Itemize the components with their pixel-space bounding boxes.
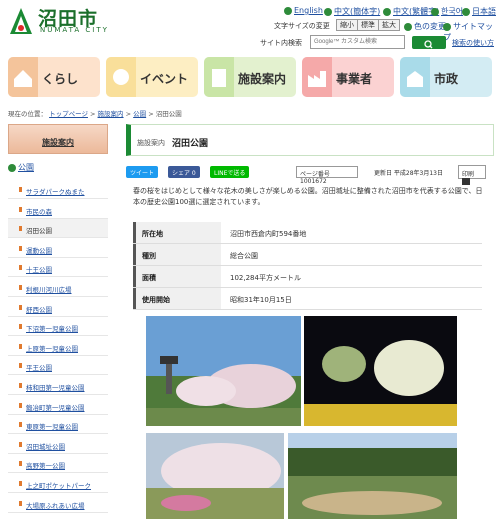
sidebar-item[interactable]: 高野第一公園 bbox=[8, 454, 108, 474]
search-input[interactable] bbox=[310, 35, 405, 49]
sidebar-item[interactable]: 舒西公園 bbox=[8, 298, 108, 317]
bullet-icon bbox=[19, 422, 22, 428]
info-row: 種別 総合公園 bbox=[133, 244, 482, 266]
arrow-icon bbox=[284, 6, 292, 15]
info-row: 所在地 沼田市西倉内町594番地 bbox=[133, 222, 482, 244]
bullet-icon bbox=[19, 500, 22, 506]
nav-label: 市政 bbox=[434, 72, 459, 86]
sun-icon bbox=[106, 57, 136, 97]
title-category: 施設案内 bbox=[137, 139, 165, 147]
bullet-icon bbox=[19, 383, 22, 388]
nav-kurashi[interactable]: くらし bbox=[8, 57, 100, 97]
search-label: サイト内検索 bbox=[260, 39, 302, 47]
search-help-link[interactable]: 検索の使い方 bbox=[452, 38, 494, 48]
arrow-icon bbox=[404, 22, 412, 31]
bullet-icon bbox=[19, 461, 22, 467]
lang-english-link[interactable]: English bbox=[284, 6, 323, 15]
nav-label: くらし bbox=[42, 72, 79, 86]
nav-facilities[interactable]: 施設案内 bbox=[204, 57, 296, 97]
intro-text: 春の桜をはじめとして様々な花木の美しさが楽しめる公園。沼田城址に整備された沼田市… bbox=[133, 187, 483, 206]
page-number: ページ番号1001672 bbox=[296, 166, 358, 185]
factory-icon bbox=[302, 57, 332, 97]
breadcrumb-link[interactable]: 公園 bbox=[133, 110, 146, 118]
sidebar-item[interactable]: 上之町ポケットパーク bbox=[8, 474, 108, 493]
page-title: 沼田公園 bbox=[172, 139, 209, 149]
sidebar-item[interactable]: 下沼第一児童公園 bbox=[8, 317, 108, 337]
bullet-icon bbox=[19, 245, 22, 251]
nav-label: イベント bbox=[140, 72, 189, 86]
sidebar-item[interactable]: 柿和田第一児童公園 bbox=[8, 376, 108, 395]
sidebar-item[interactable]: 沼田城址公園 bbox=[8, 435, 108, 454]
arrow-icon bbox=[8, 163, 16, 172]
sidebar-item[interactable]: サラダパークぬまた bbox=[8, 180, 108, 199]
bullet-icon bbox=[19, 187, 22, 192]
sidebar-item[interactable]: 東原第一児童公園 bbox=[8, 415, 108, 435]
nav-city-government[interactable]: 市政 bbox=[400, 57, 492, 97]
bullet-icon bbox=[19, 285, 22, 290]
line-share-button[interactable]: LINEで送る bbox=[210, 166, 250, 178]
building-icon bbox=[204, 57, 234, 97]
park-photo-night-illumination bbox=[304, 316, 457, 426]
breadcrumb-link[interactable]: トップページ bbox=[49, 110, 88, 118]
sidebar-item[interactable]: 利根川河川広場 bbox=[8, 278, 108, 297]
arrow-icon bbox=[443, 22, 451, 31]
color-change-link[interactable]: 色の変更 bbox=[404, 21, 446, 32]
bullet-icon bbox=[19, 441, 22, 447]
lang-japanese-link[interactable]: 日本語 bbox=[462, 6, 496, 17]
breadcrumb-link[interactable]: 施設案内 bbox=[98, 110, 124, 118]
sidebar-item[interactable]: 鍛冶町第一児童公園 bbox=[8, 396, 108, 415]
nav-business[interactable]: 事業者 bbox=[302, 57, 394, 97]
sidebar-item[interactable]: 運動公園 bbox=[8, 239, 108, 258]
breadcrumb: 現在の位置： トップページ > 施設案内 > 公園 > 沼田公園 bbox=[8, 110, 182, 118]
bullet-icon bbox=[19, 343, 22, 349]
site-logo-subtitle: NUMATA CITY bbox=[40, 26, 109, 34]
updated-date: 更新日 平成28年3月13日 bbox=[374, 170, 443, 177]
lang-korean-link[interactable]: 한국어 bbox=[431, 6, 463, 17]
sidebar-top-link[interactable]: 公園 bbox=[8, 162, 108, 173]
bullet-icon bbox=[19, 304, 22, 310]
breadcrumb-label: 現在の位置： bbox=[8, 110, 47, 118]
sidebar-item[interactable]: 十王公園 bbox=[8, 258, 108, 278]
lang-zh-cn-link[interactable]: 中文(簡体字) bbox=[324, 6, 380, 17]
search-button[interactable] bbox=[412, 36, 446, 49]
city-hall-icon bbox=[400, 57, 430, 97]
sidebar-item[interactable]: 市民の森 bbox=[8, 200, 108, 219]
info-row: 面積 102,284平方メートル bbox=[133, 266, 482, 288]
tweet-button[interactable]: ツイート bbox=[126, 166, 159, 178]
bullet-icon bbox=[19, 402, 22, 408]
facebook-share-button[interactable]: シェア 0 bbox=[168, 166, 200, 178]
font-size-large-button[interactable]: 拡大 bbox=[378, 19, 400, 31]
info-row: 使用開始 昭和31年10月15日 bbox=[133, 288, 482, 310]
sidebar-heading[interactable]: 施設案内 bbox=[8, 124, 108, 154]
arrow-icon bbox=[431, 7, 439, 16]
park-photo-garden bbox=[146, 433, 284, 519]
nav-event[interactable]: イベント bbox=[106, 57, 198, 97]
nav-label: 事業者 bbox=[336, 72, 373, 86]
sidebar-item[interactable]: 平王公園 bbox=[8, 356, 108, 376]
printer-icon bbox=[462, 178, 470, 185]
breadcrumb-current: 沼田公園 bbox=[155, 110, 182, 118]
park-photo-cherry-blossom bbox=[146, 316, 301, 426]
bullet-icon bbox=[19, 226, 22, 232]
nav-label: 施設案内 bbox=[238, 72, 287, 86]
font-size-small-button[interactable]: 縮小 bbox=[336, 19, 358, 31]
arrow-icon bbox=[462, 7, 470, 16]
search-icon bbox=[424, 40, 433, 49]
park-photo-lawn bbox=[288, 433, 457, 519]
house-icon bbox=[8, 57, 38, 97]
arrow-icon bbox=[324, 7, 332, 16]
sidebar-item[interactable]: 上原第一児童公園 bbox=[8, 337, 108, 356]
arrow-icon bbox=[383, 7, 391, 16]
bullet-icon bbox=[19, 481, 22, 486]
sidebar-item[interactable]: 大場原ふれあい広場 bbox=[8, 494, 108, 513]
city-logo-icon[interactable] bbox=[8, 6, 34, 38]
bullet-icon bbox=[19, 324, 22, 330]
font-size-label: 文字サイズの変更 bbox=[274, 22, 330, 30]
bullet-icon bbox=[19, 206, 22, 212]
bullet-icon bbox=[19, 363, 22, 369]
sidebar-item[interactable]: 沼田公園 bbox=[8, 219, 108, 239]
font-size-normal-button[interactable]: 標準 bbox=[357, 19, 379, 31]
print-button[interactable]: 印刷 bbox=[458, 165, 486, 185]
bullet-icon bbox=[19, 265, 22, 271]
